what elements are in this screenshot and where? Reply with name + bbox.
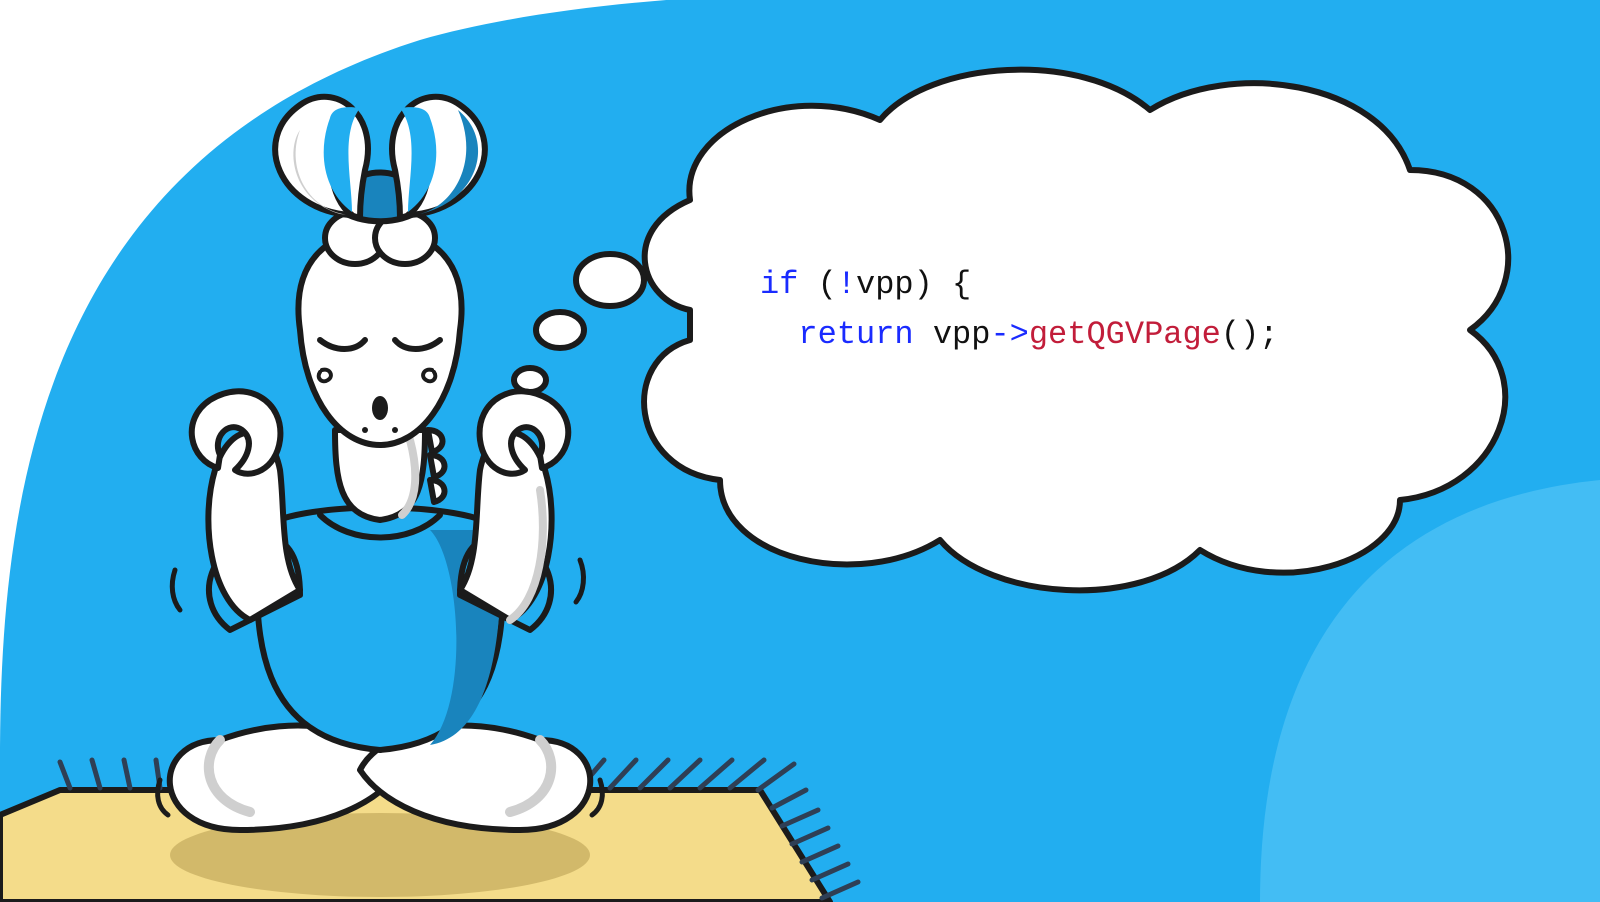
code-function: getQGVPage bbox=[1029, 316, 1221, 353]
code-keyword-return: return bbox=[798, 316, 913, 353]
code-text: vpp bbox=[914, 316, 991, 353]
code-indent bbox=[760, 316, 798, 353]
code-operator-bang: ! bbox=[837, 266, 856, 303]
illustration-svg bbox=[0, 0, 1600, 902]
mascot-head bbox=[298, 230, 461, 445]
code-text: ( bbox=[798, 266, 836, 303]
illustration-stage: if (!vpp) { return vpp->getQGVPage(); bbox=[0, 0, 1600, 902]
code-text: vpp) { bbox=[856, 266, 971, 303]
thought-bubble-code: if (!vpp) { return vpp->getQGVPage(); bbox=[760, 260, 1410, 359]
code-operator-arrow: -> bbox=[990, 316, 1028, 353]
mascot-mane bbox=[428, 430, 445, 502]
code-text: (); bbox=[1221, 316, 1279, 353]
code-keyword-if: if bbox=[760, 266, 798, 303]
